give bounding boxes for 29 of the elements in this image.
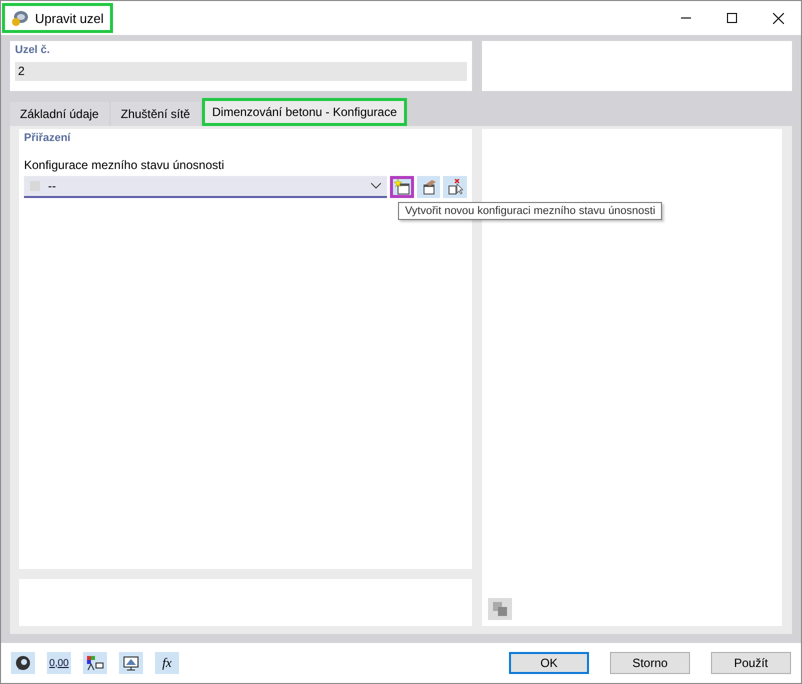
color-swatch [30,181,40,191]
chevron-down-icon [370,183,381,189]
decimals-button[interactable]: 0,00 [47,652,71,674]
tab[interactable]: Základní údaje [10,102,109,126]
dialog-button[interactable]: OK [509,652,589,674]
configuration-dropdown[interactable]: -- [24,176,387,198]
app-icon [11,9,29,27]
window-title: Upravit uzel [35,10,104,26]
edit-button[interactable] [416,176,440,198]
section-title: Přiřazení [24,132,72,144]
node-number-field[interactable]: 2 [15,62,467,81]
tab[interactable]: Dimenzování betonu - Konfigurace [202,98,407,126]
tooltip: Vytvořit novou konfiguraci mezního stavu únosnosti [398,202,662,220]
preview-button[interactable] [488,598,512,620]
monitor-button[interactable] [119,652,143,674]
dialog-button[interactable]: Použít [711,652,791,674]
field-label: Konfigurace mezního stavu únosnosti [24,158,226,172]
node-label: Uzel č. [15,44,51,56]
close-icon [772,12,784,24]
delete-button[interactable] [443,176,467,198]
new-window-icon [394,179,410,195]
dialog-button[interactable]: Storno [610,652,690,674]
delete-document-icon [447,179,464,195]
display-settings-button[interactable] [83,652,107,674]
maximize-icon [727,13,737,23]
tab[interactable]: Zhuštění sítě [110,102,200,126]
new-button[interactable] [390,176,414,198]
formula-button[interactable]: fx [155,652,179,674]
edit-window-icon [420,179,437,195]
